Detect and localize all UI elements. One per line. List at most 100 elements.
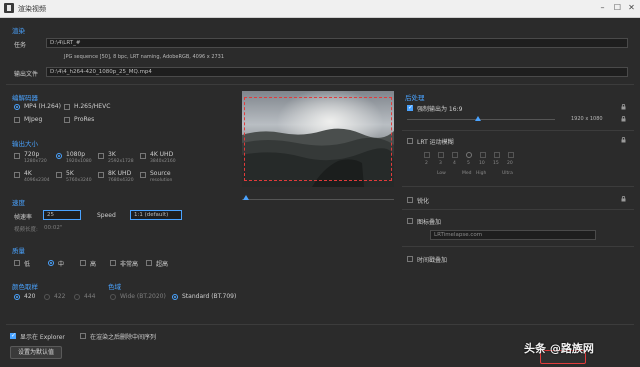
encoder-radio-mjpeg[interactable] (14, 117, 20, 123)
blur-option-5[interactable] (466, 152, 472, 158)
blur-value-2: 2 (425, 161, 428, 166)
lock-icon[interactable] (621, 196, 626, 202)
size-label-4k: 4K (24, 170, 32, 177)
encoder-label-h265: H.265/HEVC (74, 103, 111, 110)
size-radio-1080p[interactable] (56, 153, 62, 159)
watermark-text-input[interactable]: LRTimelapse.com (430, 230, 596, 240)
blur-option-10[interactable] (480, 152, 486, 158)
color-sampling-section-title: 颜色取样 (12, 283, 38, 291)
size-res-4kuhd: 3840x2160 (150, 159, 176, 164)
sampling-label-444: 444 (84, 293, 96, 300)
size-checkbox-4kuhd[interactable] (140, 153, 146, 159)
size-label-4kuhd: 4K UHD (150, 151, 174, 158)
fps-label: 帧速率 (14, 214, 33, 221)
blur-option-4[interactable] (452, 152, 458, 158)
encoder-radio-prores[interactable] (64, 117, 70, 123)
blur-value-15: 15 (493, 161, 499, 166)
output-size-section-title: 输出大小 (12, 140, 38, 148)
task-info: JPG sequence [50], 8 bpc, LRT naming, Ad… (64, 54, 225, 60)
size-res-720p: 1280x720 (24, 159, 47, 164)
divider (6, 84, 634, 85)
task-label: 任务 (14, 42, 27, 49)
sharpen-label: 锐化 (417, 198, 430, 205)
colorspace-label-wide: Wide (BT.2020) (120, 293, 166, 300)
sampling-radio-420[interactable] (14, 294, 20, 300)
blur-level-low: Low (437, 171, 446, 176)
minimize-icon[interactable]: – (597, 3, 608, 13)
blur-value-5: 5 (467, 161, 470, 166)
lock-icon[interactable] (621, 137, 626, 143)
size-res-1080p: 1920x1080 (66, 159, 92, 164)
task-field[interactable]: D:\4\LRT_# (46, 38, 628, 48)
blur-option-3[interactable] (438, 152, 444, 158)
quality-option-low[interactable] (14, 260, 20, 266)
timestamp-label: 时间戳叠加 (417, 257, 448, 264)
encoder-section-title: 编解码器 (12, 94, 38, 102)
window-title: 渲染视频 (18, 5, 46, 13)
blur-value-3: 3 (439, 161, 442, 166)
encoder-label-mjpeg: MJpeg (24, 116, 43, 123)
encoder-radio-h265[interactable] (64, 104, 70, 110)
encoder-label-mp4: MP4 (H.264) (24, 103, 61, 110)
sampling-radio-444[interactable] (74, 294, 80, 300)
blur-value-4: 4 (453, 161, 456, 166)
size-checkbox-3k[interactable] (98, 153, 104, 159)
output-label: 输出文件 (14, 71, 39, 78)
size-checkbox-4k[interactable] (14, 172, 20, 178)
maximize-icon[interactable]: ☐ (612, 3, 623, 13)
colorspace-radio-wide[interactable] (110, 294, 116, 300)
preview-scrubber-track[interactable] (242, 199, 394, 200)
app-icon (4, 3, 14, 13)
watermark-checkbox[interactable] (407, 218, 413, 224)
lrt-motion-blur-label: LRT 运动模糊 (417, 139, 454, 146)
speed-label: Speed (97, 212, 116, 219)
size-checkbox-720p[interactable] (14, 153, 20, 159)
size-res-5k: 5760x3240 (66, 178, 92, 183)
show-in-explorer-checkbox[interactable] (10, 332, 16, 339)
quality-option-ultra[interactable] (146, 260, 152, 266)
quality-option-medium[interactable] (48, 260, 54, 266)
fps-input[interactable]: 25 (43, 210, 81, 220)
crop-frame[interactable] (244, 97, 392, 181)
delete-after-render-checkbox[interactable] (80, 333, 86, 339)
quality-option-very-high[interactable] (110, 260, 116, 266)
render-section-title: 渲染 (12, 27, 25, 35)
size-res-3k: 2592x1728 (108, 159, 134, 164)
video-length-value: 00:02" (44, 225, 63, 231)
speed-select[interactable]: 1:1 (default) (130, 210, 182, 220)
lock-icon[interactable] (621, 104, 626, 110)
reset-defaults-button[interactable]: 设置为默认值 (10, 346, 62, 359)
size-res-4k: 4096x2304 (24, 178, 50, 183)
size-checkbox-5k[interactable] (56, 172, 62, 178)
preview-scrubber-handle[interactable] (243, 195, 249, 200)
output-file-field[interactable]: D:\4\4_h264-420_1080p_25_MQ.mp4 (46, 67, 628, 77)
size-label-1080p: 1080p (66, 151, 86, 158)
force-169-resolution: 1920 x 1080 (571, 116, 603, 122)
timestamp-checkbox[interactable] (407, 256, 413, 262)
size-checkbox-8kuhd[interactable] (98, 172, 104, 178)
blur-level-ultra: Ultra (502, 171, 513, 176)
colorspace-label-standard: Standard (BT.709) (182, 293, 237, 300)
show-in-explorer-label: 显示在 Explorer (20, 334, 65, 341)
size-res-8kuhd: 7680x4320 (108, 178, 134, 183)
title-bar (0, 0, 640, 18)
blur-option-20[interactable] (508, 152, 514, 158)
divider (402, 246, 634, 247)
blur-option-2[interactable] (424, 152, 430, 158)
force-169-slider-handle[interactable] (475, 116, 482, 121)
colorspace-radio-standard[interactable] (172, 294, 178, 300)
watermark-label: 图标叠加 (417, 219, 442, 226)
sampling-radio-422[interactable] (44, 294, 50, 300)
delete-after-render-label: 在渲染之后删除中间序列 (90, 334, 157, 341)
encoder-radio-mp4[interactable] (14, 104, 20, 110)
quality-label-low: 低 (24, 261, 31, 268)
lock-icon[interactable] (621, 116, 626, 122)
blur-option-15[interactable] (494, 152, 500, 158)
lrt-motion-blur-checkbox[interactable] (407, 138, 413, 144)
close-icon[interactable]: ✕ (626, 3, 637, 13)
size-checkbox-source[interactable] (140, 172, 146, 178)
quality-option-high[interactable] (80, 260, 86, 266)
force-169-checkbox[interactable] (407, 104, 413, 111)
sharpen-checkbox[interactable] (407, 197, 413, 203)
speed-section-title: 速度 (12, 199, 25, 207)
